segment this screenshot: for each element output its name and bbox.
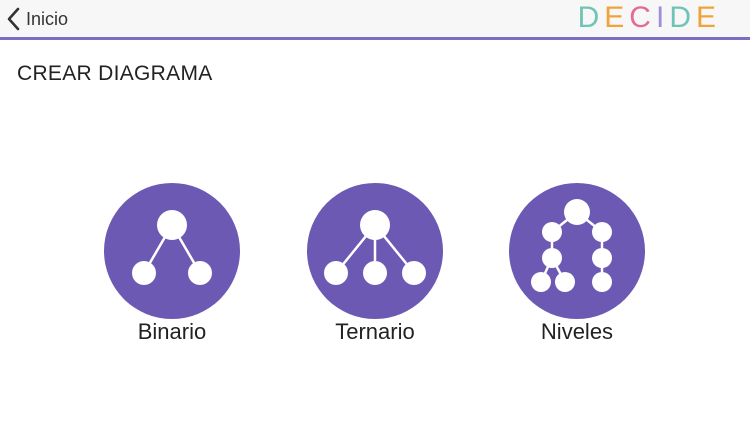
logo-letter: I xyxy=(655,1,665,34)
app-screen: Inicio D E C I D E CREAR DIAGRAMA Binari… xyxy=(0,0,750,422)
option-circle[interactable] xyxy=(104,183,240,319)
chevron-left-icon xyxy=(7,7,20,31)
option-binario[interactable]: Binario xyxy=(92,183,252,345)
decide-logo: D E C I D E xyxy=(578,3,716,33)
back-button-label: Inicio xyxy=(26,8,69,29)
logo-letter: E xyxy=(604,1,625,34)
option-label: Ternario xyxy=(335,319,415,344)
option-label: Niveles xyxy=(540,319,614,344)
option-circle[interactable] xyxy=(509,183,645,319)
top-navigation-bar: Inicio D E C I D E xyxy=(0,0,750,40)
logo-letter: D xyxy=(577,1,600,34)
logo-letter: E xyxy=(695,1,716,34)
binary-tree-icon xyxy=(132,210,212,285)
levels-tree-icon xyxy=(531,199,612,292)
back-button[interactable]: Inicio xyxy=(6,6,68,32)
page-title: CREAR DIAGRAMA xyxy=(17,62,213,85)
logo-letter: D xyxy=(669,1,691,34)
option-circle[interactable] xyxy=(307,183,443,319)
option-ternario[interactable]: Ternario xyxy=(295,183,455,345)
option-label: Binario xyxy=(137,319,207,344)
option-niveles[interactable]: Niveles xyxy=(497,183,657,345)
ternary-tree-icon xyxy=(324,210,426,285)
logo-letter: C xyxy=(629,1,651,34)
